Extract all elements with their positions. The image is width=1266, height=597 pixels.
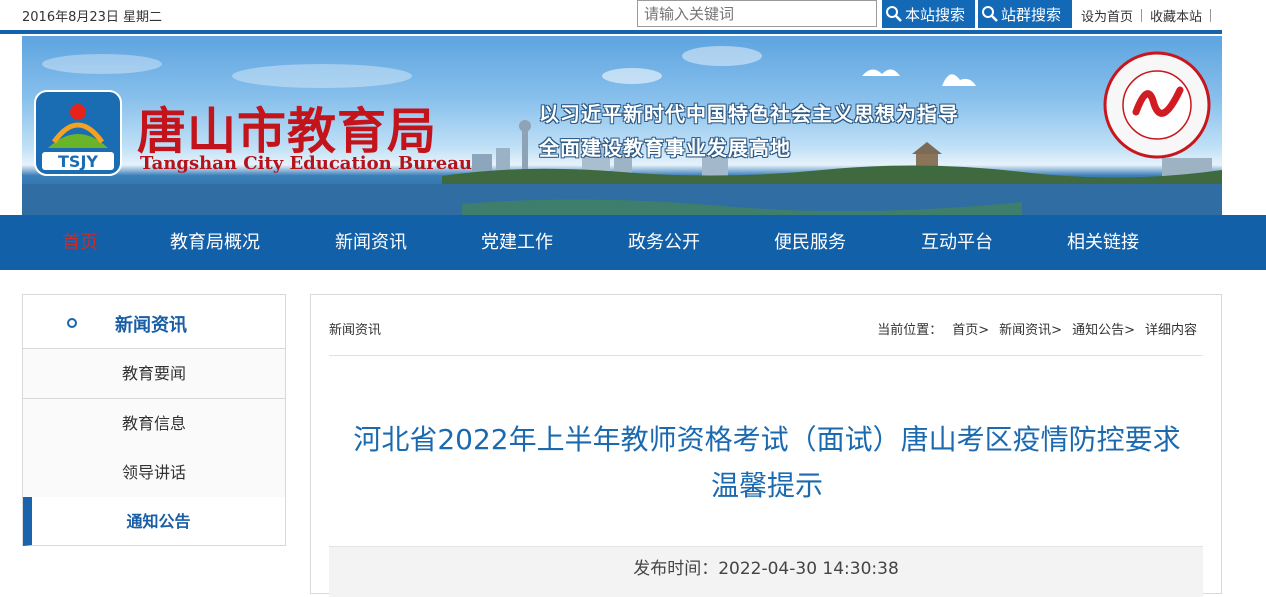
top-links: 设为首页 收藏本站 [1081,6,1219,25]
main-nav: 首页 教育局概况 新闻资讯 党建工作 政务公开 便民服务 互动平台 相关链接 [0,215,1266,270]
nav-item-home[interactable]: 首页 [62,215,98,270]
nav-item-overview[interactable]: 教育局概况 [170,215,260,270]
divider [1141,9,1143,22]
breadcrumb-prefix: 当前位置： [877,323,943,338]
sidebar-item-leader-speech[interactable]: 领导讲话 [23,448,285,498]
nav-item-government[interactable]: 政务公开 [628,215,700,270]
top-bar: 2016年8月23日 星期二 本站搜索 站群搜索 设为首页 收藏本站 [0,0,1266,30]
search-icon [982,6,998,22]
header-divider [0,30,1222,34]
sidebar-header: 新闻资讯 [23,295,285,349]
bureau-name-en: Tangshan City Education Bureau [140,153,472,174]
government-seal [1103,51,1211,159]
bullet-icon [67,318,77,328]
bureau-logo: TSJY [34,90,122,176]
breadcrumb-home[interactable]: 首页> [952,323,989,338]
sidebar-item-education-news[interactable]: 教育要闻 [23,349,285,399]
breadcrumb-notices[interactable]: 通知公告> [1072,323,1135,338]
publish-info: 发布时间：2022-04-30 14:30:38 [329,546,1203,597]
divider [1210,9,1212,22]
breadcrumb: 当前位置： 首页> 新闻资讯> 通知公告> 详细内容 [877,319,1197,338]
article-title-line-1: 河北省2022年上半年教师资格考试（面试）唐山考区疫情防控要求 [353,423,1181,456]
nav-item-services[interactable]: 便民服务 [774,215,846,270]
sidebar: 新闻资讯 教育要闻 教育信息 领导讲话 通知公告 [22,294,286,546]
current-date: 2016年8月23日 星期二 [22,10,163,25]
search-icon [886,6,902,22]
publish-time: 2022-04-30 14:30:38 [718,559,899,579]
nav-item-interaction[interactable]: 互动平台 [921,215,993,270]
group-search-button[interactable]: 站群搜索 [978,0,1072,28]
sidebar-item-education-info[interactable]: 教育信息 [23,399,285,449]
search-input[interactable] [637,0,877,27]
group-search-label: 站群搜索 [1001,5,1062,24]
article-panel: 新闻资讯 当前位置： 首页> 新闻资讯> 通知公告> 详细内容 河北省2022年上半年教… [310,294,1222,597]
divider [329,355,1203,356]
logo-text: TSJY [58,152,98,171]
nav-item-news[interactable]: 新闻资讯 [335,215,407,270]
site-search-button[interactable]: 本站搜索 [882,0,975,28]
article-title-line-2: 温馨提示 [710,469,823,502]
site-banner: TSJY 唐山市教育局 Tangshan City Education Bure… [22,36,1222,215]
bookmark-link[interactable]: 收藏本站 [1150,10,1202,25]
nav-item-party[interactable]: 党建工作 [481,215,553,270]
slogan-line-2: 全面建设教育事业发展高地 [539,136,791,160]
set-home-link[interactable]: 设为首页 [1081,10,1133,25]
site-search-label: 本站搜索 [905,5,966,24]
publish-label: 发布时间： [633,559,719,579]
breadcrumb-news[interactable]: 新闻资讯> [999,323,1062,338]
slogan-line-1: 以习近平新时代中国特色社会主义思想为指导 [539,102,959,126]
sidebar-item-notices[interactable]: 通知公告 [23,497,285,546]
breadcrumb-detail: 详细内容 [1144,323,1197,338]
section-label: 新闻资讯 [329,323,382,338]
nav-item-links[interactable]: 相关链接 [1067,215,1139,270]
sidebar-title: 新闻资讯 [115,315,187,336]
article-title: 河北省2022年上半年教师资格考试（面试）唐山考区疫情防控要求 温馨提示 [331,417,1203,509]
